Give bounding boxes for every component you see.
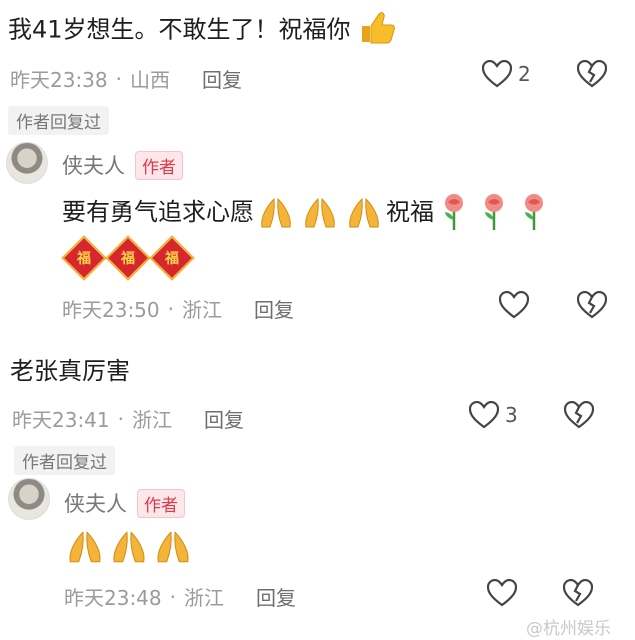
author-name[interactable]: 侠夫人: [64, 488, 127, 518]
reply-1-dislike-button[interactable]: [576, 290, 608, 323]
pray-emoji-group: [64, 528, 194, 564]
reply-1-location: 浙江: [182, 298, 222, 322]
avatar[interactable]: [8, 478, 50, 520]
comment-2-meta: 昨天23:41 · 浙江 回复: [12, 404, 244, 433]
comment-2-like-count: 3: [505, 403, 518, 427]
author-badge: 作者: [135, 150, 183, 180]
reply-1-text-row: 要有勇气追求心愿 祝福: [62, 192, 548, 232]
reply-2-header: 侠夫人 作者: [64, 488, 185, 518]
fu-emoji-group: 福 福 福: [61, 235, 195, 281]
rose-emoji-group: [440, 192, 548, 232]
reply-1-reply-button[interactable]: 回复: [254, 294, 294, 323]
pray-emoji-icon: [69, 531, 101, 563]
broken-heart-icon: [576, 290, 608, 319]
comment-2-like-button[interactable]: 3: [469, 401, 518, 429]
author-replied-tag: 作者回复过: [8, 106, 109, 135]
reply-2-location: 浙江: [184, 586, 224, 610]
pray-emoji-icon: [305, 197, 335, 228]
fu-emoji-icon: 福: [149, 235, 195, 281]
comment-2-text: 老张真厉害: [10, 357, 130, 385]
author-replied-tag: 作者回复过: [14, 446, 115, 475]
meta-separator: ·: [115, 66, 122, 91]
heart-icon: [486, 578, 518, 607]
reply-1-text: 要有勇气追求心愿: [62, 198, 254, 226]
avatar[interactable]: [6, 142, 48, 184]
comment-1-like-count: 2: [518, 62, 531, 86]
comment-2-dislike-button[interactable]: [563, 400, 595, 433]
pray-emoji-icon: [157, 531, 189, 563]
heart-icon: [498, 290, 530, 319]
thumbs-up-emoji-icon: [358, 10, 396, 51]
reply-1-like-button[interactable]: [498, 290, 530, 323]
pray-emoji-icon: [261, 197, 291, 228]
broken-heart-icon: [562, 578, 594, 607]
heart-icon: [482, 60, 512, 88]
comment-1-meta: 昨天23:38 · 山西 回复: [10, 64, 242, 93]
author-badge: 作者: [137, 488, 185, 518]
author-name[interactable]: 侠夫人: [62, 150, 125, 180]
reply-1-time: 昨天23:50: [62, 298, 160, 322]
fu-emoji-icon: 福: [105, 235, 151, 281]
reply-2-reply-button[interactable]: 回复: [256, 582, 296, 611]
broken-heart-icon: [563, 400, 595, 429]
meta-separator: ·: [167, 296, 174, 321]
comment-1: 我41岁想生。不敢生了！祝福你: [8, 10, 396, 51]
heart-icon: [469, 401, 499, 429]
comment-2-location: 浙江: [132, 408, 172, 432]
comment-2-time: 昨天23:41: [12, 408, 110, 432]
rose-emoji-icon: [525, 194, 543, 230]
rose-emoji-icon: [445, 194, 463, 230]
comment-1-reply-button[interactable]: 回复: [202, 64, 242, 93]
rose-emoji-icon: [485, 194, 503, 230]
meta-separator: ·: [117, 406, 124, 431]
meta-separator: ·: [169, 584, 176, 609]
comment-1-time: 昨天23:38: [10, 68, 108, 92]
reply-1-meta: 昨天23:50 · 浙江 回复: [62, 294, 294, 323]
comment-2: 老张真厉害: [10, 356, 130, 386]
pray-emoji-group: [256, 195, 384, 229]
pray-emoji-icon: [349, 197, 379, 228]
comment-1-like-button[interactable]: 2: [482, 60, 531, 88]
comment-1-text: 我41岁想生。不敢生了！祝福你: [8, 15, 351, 44]
reply-2-time: 昨天23:48: [64, 586, 162, 610]
reply-1-header: 侠夫人 作者: [62, 150, 183, 180]
watermark: @杭州娱乐: [526, 614, 611, 639]
reply-2-like-button[interactable]: [486, 578, 518, 611]
watermark-text: @杭州娱乐: [526, 619, 611, 639]
comment-1-location: 山西: [130, 68, 170, 92]
broken-heart-icon: [576, 59, 608, 88]
reply-2-meta: 昨天23:48 · 浙江 回复: [64, 582, 296, 611]
reply-2-dislike-button[interactable]: [562, 578, 594, 611]
comment-2-reply-button[interactable]: 回复: [204, 404, 244, 433]
fu-emoji-icon: 福: [61, 235, 107, 281]
reply-1-text-tail: 祝福: [386, 198, 434, 226]
comment-1-dislike-button[interactable]: [576, 59, 608, 92]
pray-emoji-icon: [113, 531, 145, 563]
